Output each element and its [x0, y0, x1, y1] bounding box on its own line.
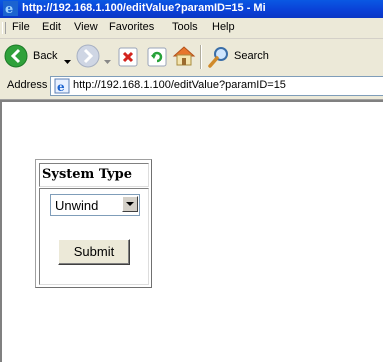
menu-tools[interactable]: Tools — [172, 21, 198, 33]
menu-grip — [2, 22, 6, 34]
search-button-label[interactable]: Search — [234, 50, 269, 62]
menu-file[interactable]: File — [12, 21, 30, 33]
stop-icon[interactable] — [118, 47, 138, 70]
back-arrow-icon[interactable] — [4, 44, 28, 71]
svg-text:e: e — [5, 2, 13, 16]
forward-arrow-icon[interactable] — [76, 44, 100, 71]
menu-bar: File Edit View Favorites Tools Help — [0, 18, 383, 39]
title-bar[interactable]: e http://192.168.1.100/editValue?paramID… — [0, 0, 383, 18]
menu-view[interactable]: View — [74, 21, 98, 33]
ie-icon: e — [3, 1, 18, 17]
menu-favorites[interactable]: Favorites — [109, 21, 154, 33]
address-label: Address — [7, 79, 48, 91]
refresh-icon[interactable] — [147, 47, 167, 70]
back-button-label[interactable]: Back — [33, 50, 57, 62]
chevron-down-icon[interactable] — [122, 196, 138, 212]
address-input[interactable]: e http://192.168.1.100/editValue?paramID… — [50, 76, 383, 96]
address-url[interactable]: http://192.168.1.100/editValue?paramID=1… — [73, 79, 286, 91]
forward-dropdown-icon[interactable] — [104, 54, 111, 67]
menu-edit[interactable]: Edit — [42, 21, 61, 33]
select-value[interactable]: Unwind — [55, 198, 98, 213]
back-dropdown-icon[interactable] — [64, 54, 71, 67]
page-icon: e — [54, 78, 70, 94]
page-content: System Type Unwind Submit — [0, 100, 383, 362]
svg-text:e: e — [57, 80, 65, 94]
submit-button[interactable]: Submit — [58, 239, 130, 265]
field-label: System Type — [42, 167, 132, 182]
address-bar: Address e http://192.168.1.100/editValue… — [0, 73, 383, 100]
label-cell: System Type — [39, 163, 149, 187]
toolbar: Back Search — [0, 39, 383, 74]
search-icon[interactable] — [207, 45, 231, 72]
form-cell: Unwind Submit — [39, 188, 149, 285]
menu-help[interactable]: Help — [212, 21, 235, 33]
home-icon[interactable] — [172, 44, 196, 71]
system-type-select[interactable]: Unwind — [50, 194, 140, 216]
toolbar-separator — [200, 45, 202, 69]
form-table: System Type Unwind Submit — [35, 159, 152, 288]
window-title: http://192.168.1.100/editValue?paramID=1… — [22, 2, 266, 14]
